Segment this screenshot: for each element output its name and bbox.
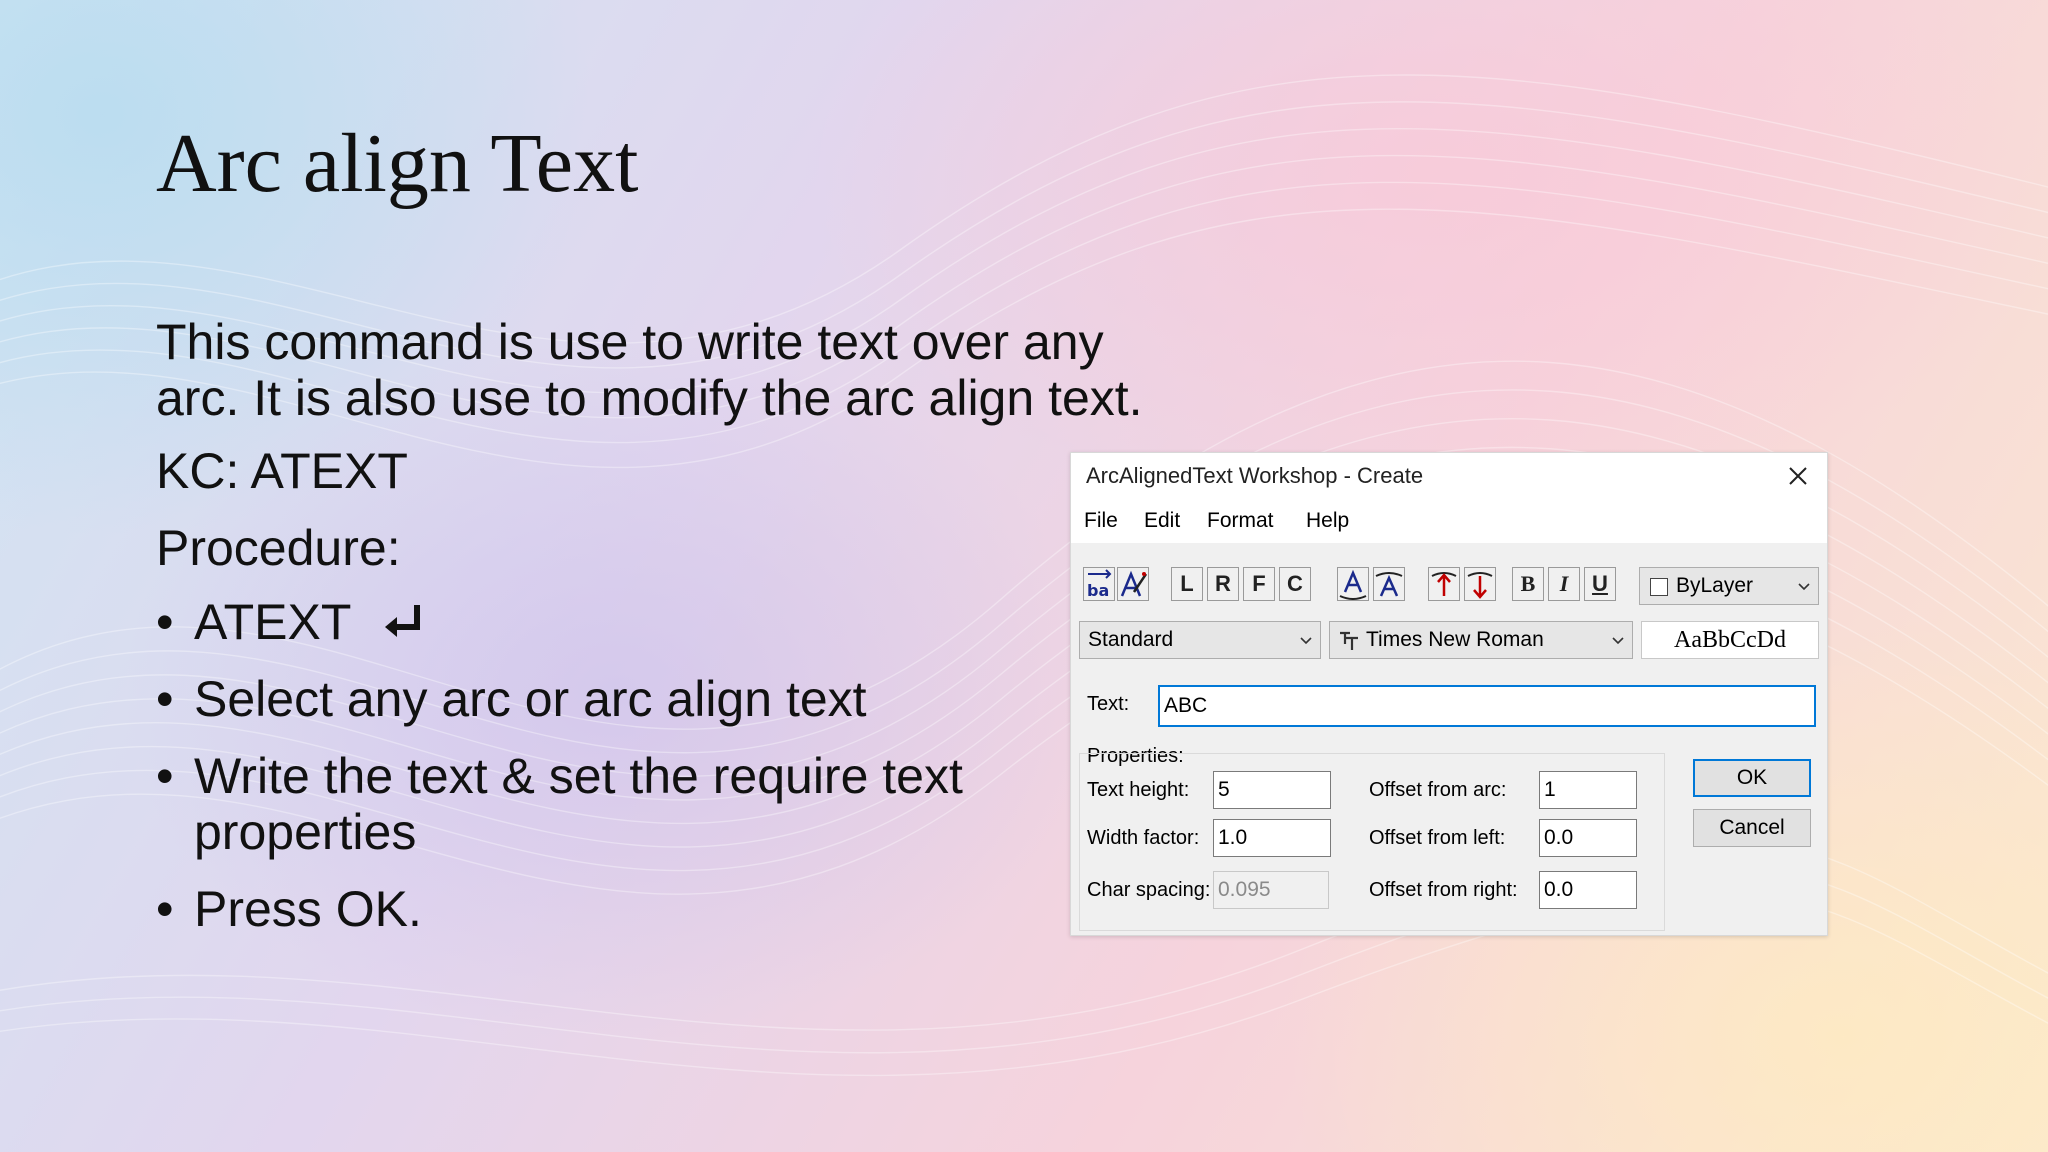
color-swatch	[1650, 578, 1668, 596]
list-item-text: ATEXT	[194, 594, 352, 650]
char-spacing-label: Char spacing:	[1087, 879, 1211, 901]
color-select-value: ByLayer	[1676, 574, 1754, 597]
menu-help[interactable]: Help	[1306, 509, 1349, 533]
align-right-button[interactable]: R	[1207, 567, 1239, 601]
font-preview: AaBbCcDd	[1641, 621, 1819, 659]
procedure-list: ATEXT Select any arc or arc align text W…	[156, 594, 1056, 958]
dialog-titlebar: ArcAlignedText Workshop - Create	[1071, 453, 1827, 499]
text-wizard-icon	[1120, 570, 1148, 597]
text-concave-icon	[1375, 572, 1403, 597]
close-button[interactable]	[1779, 457, 1817, 495]
dialog-title: ArcAlignedText Workshop - Create	[1086, 463, 1424, 488]
text-convex-button[interactable]	[1337, 567, 1369, 601]
inward-text-button[interactable]	[1428, 567, 1460, 601]
procedure-heading: Procedure:	[156, 520, 401, 576]
svg-text:ba: ba	[1087, 581, 1109, 600]
arc-aligned-text-dialog: ArcAlignedText Workshop - Create File Ed…	[1070, 452, 1828, 936]
text-height-label: Text height:	[1087, 779, 1190, 801]
intro-text: This command is use to write text over a…	[156, 314, 1143, 426]
text-convex-icon	[1339, 569, 1367, 600]
text-height-input[interactable]	[1213, 771, 1331, 809]
list-item: ATEXT	[156, 594, 1056, 650]
color-select[interactable]: ByLayer	[1639, 567, 1819, 605]
ok-button[interactable]: OK	[1693, 759, 1811, 797]
list-item: Write the text & set the require text pr…	[156, 748, 1056, 860]
slide-title: Arc align Text	[156, 117, 639, 210]
width-factor-label: Width factor:	[1087, 827, 1200, 849]
center-button[interactable]: C	[1279, 567, 1311, 601]
menu-file[interactable]: File	[1084, 509, 1118, 533]
style-select[interactable]: Standard	[1079, 621, 1321, 659]
offset-left-input[interactable]	[1539, 819, 1637, 857]
menu-format[interactable]: Format	[1207, 509, 1274, 533]
text-label: Text:	[1087, 693, 1130, 715]
font-select[interactable]: Times New Roman	[1329, 621, 1633, 659]
fit-button[interactable]: F	[1243, 567, 1275, 601]
text-input[interactable]	[1158, 685, 1816, 727]
command-text: KC: ATEXT	[156, 443, 408, 499]
offset-right-label: Offset from right:	[1369, 879, 1518, 901]
chevron-down-icon	[1612, 637, 1624, 645]
char-spacing-input[interactable]	[1213, 871, 1329, 909]
chevron-down-icon	[1798, 583, 1810, 591]
menu-edit[interactable]: Edit	[1144, 509, 1180, 533]
outward-text-button[interactable]	[1464, 567, 1496, 601]
text-wizard-button[interactable]	[1117, 567, 1149, 601]
offset-arc-label: Offset from arc:	[1369, 779, 1507, 801]
underline-button[interactable]: U	[1584, 567, 1616, 601]
italic-button[interactable]: I	[1548, 567, 1580, 601]
list-item: Press OK.	[156, 881, 1056, 937]
width-factor-input[interactable]	[1213, 819, 1331, 857]
cancel-button[interactable]: Cancel	[1693, 809, 1811, 847]
enter-key-icon	[383, 598, 427, 638]
menu-bar: File Edit Format Help	[1071, 499, 1827, 543]
bold-button[interactable]: B	[1512, 567, 1544, 601]
reverse-text-button[interactable]: ba	[1083, 567, 1115, 601]
offset-arc-input[interactable]	[1539, 771, 1637, 809]
close-icon	[1789, 467, 1807, 485]
inward-text-icon	[1431, 572, 1457, 596]
text-concave-button[interactable]	[1373, 567, 1405, 601]
offset-right-input[interactable]	[1539, 871, 1637, 909]
align-left-button[interactable]: L	[1171, 567, 1203, 601]
font-select-value: Times New Roman	[1366, 628, 1544, 651]
style-select-value: Standard	[1088, 628, 1174, 651]
reverse-text-icon: ba	[1087, 569, 1112, 600]
list-item: Select any arc or arc align text	[156, 671, 1056, 727]
offset-left-label: Offset from left:	[1369, 827, 1506, 849]
truetype-font-icon	[1340, 631, 1358, 650]
chevron-down-icon	[1300, 637, 1312, 645]
outward-text-icon	[1467, 572, 1493, 599]
